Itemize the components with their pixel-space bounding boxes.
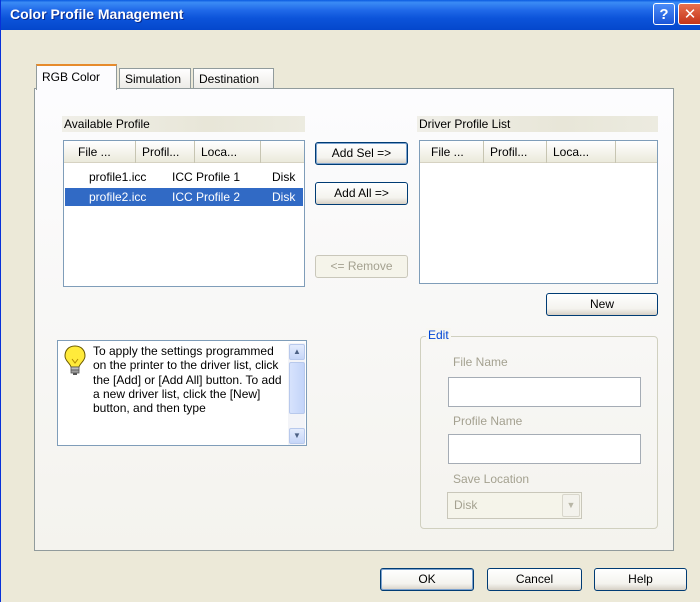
list-item[interactable]: profile1.icc ICC Profile 1 Disk — [65, 168, 303, 186]
scroll-up-arrow-icon[interactable]: ▲ — [289, 344, 305, 360]
location-cell: Disk — [272, 190, 296, 204]
column-file[interactable]: File ... — [420, 141, 484, 163]
file-name-cell: profile1.icc — [89, 170, 147, 184]
info-text: To apply the settings programmed on the … — [93, 344, 282, 416]
list-item[interactable]: profile2.icc ICC Profile 2 Disk — [65, 188, 303, 206]
help-title-button[interactable]: ? — [653, 3, 675, 25]
window-title: Color Profile Management — [10, 6, 184, 22]
add-selected-button[interactable]: Add Sel => — [315, 142, 408, 165]
driver-profile-list-label: Driver Profile List — [417, 116, 658, 132]
close-button[interactable]: ✕ — [678, 3, 700, 25]
tab-simulation[interactable]: Simulation — [119, 68, 191, 89]
profile-name-label: Profile Name — [453, 414, 523, 428]
profile-name-cell: ICC Profile 2 — [172, 190, 241, 204]
driver-profile-list[interactable]: File ... Profil... Loca... — [419, 140, 658, 284]
driver-list-header: File ... Profil... Loca... — [420, 141, 657, 163]
new-button[interactable]: New — [546, 293, 658, 316]
tab-destination[interactable]: Destination — [193, 68, 274, 89]
location-cell: Disk — [272, 170, 296, 184]
add-all-button[interactable]: Add All => — [315, 182, 408, 205]
save-location-label: Save Location — [453, 472, 530, 486]
profile-name-cell: ICC Profile 1 — [172, 170, 241, 184]
available-profile-list[interactable]: File ... Profil... Loca... profile1.icc … — [63, 140, 305, 287]
tab-rgb-color[interactable]: RGB Color — [36, 64, 117, 90]
column-location[interactable]: Loca... — [547, 141, 616, 163]
file-name-field[interactable] — [448, 377, 641, 407]
help-button[interactable]: Help — [594, 568, 687, 591]
column-location[interactable]: Loca... — [195, 141, 261, 163]
remove-button[interactable]: <= Remove — [315, 255, 408, 278]
title-bar[interactable]: Color Profile Management ? ✕ — [1, 0, 700, 30]
cancel-button[interactable]: Cancel — [487, 568, 582, 591]
lightbulb-icon — [64, 345, 86, 375]
ok-button[interactable]: OK — [380, 568, 474, 591]
profile-name-field[interactable] — [448, 434, 641, 464]
available-profile-label: Available Profile — [62, 116, 305, 132]
file-name-cell: profile2.icc — [89, 190, 147, 204]
column-profile[interactable]: Profil... — [136, 141, 195, 163]
color-profile-dialog: Color Profile Management ? ✕ RGB Color S… — [0, 0, 700, 602]
available-list-header: File ... Profil... Loca... — [64, 141, 304, 163]
chevron-down-icon[interactable]: ▼ — [562, 494, 580, 517]
column-profile[interactable]: Profil... — [484, 141, 547, 163]
column-file[interactable]: File ... — [64, 141, 136, 163]
scroll-down-arrow-icon[interactable]: ▼ — [289, 428, 305, 444]
edit-group-legend: Edit — [426, 328, 451, 342]
scroll-thumb[interactable] — [289, 362, 305, 414]
file-name-label: File Name — [453, 355, 508, 369]
